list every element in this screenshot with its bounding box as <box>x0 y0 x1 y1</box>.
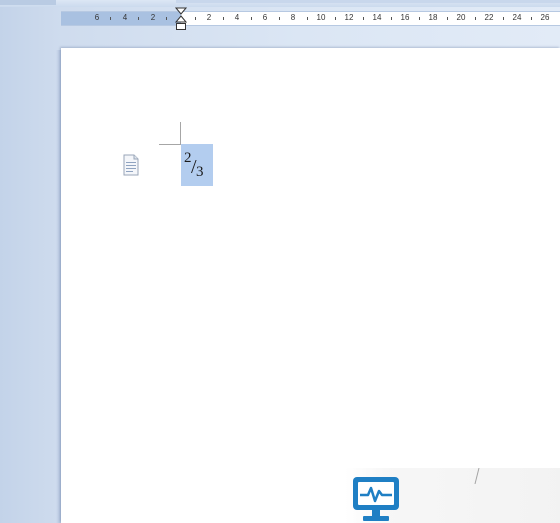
ruler-tick <box>531 17 532 20</box>
monitor-pulse-icon <box>353 477 399 521</box>
left-indent-icon[interactable] <box>176 23 186 30</box>
ruler-label: 14 <box>372 13 382 22</box>
ruler-tick <box>391 17 392 20</box>
ruler-label: 10 <box>316 13 326 22</box>
ruler-tick <box>223 17 224 20</box>
ruler-tick <box>251 17 252 20</box>
fraction-denominator: 3 <box>196 164 204 180</box>
first-line-indent-icon[interactable] <box>175 7 187 15</box>
ruler-tick <box>307 17 308 20</box>
ruler-label: 24 <box>512 13 522 22</box>
ruler-label: 26 <box>540 13 550 22</box>
margin-corner-mark-horizontal <box>159 144 181 145</box>
ruler-label: 16 <box>400 13 410 22</box>
ruler-label: 6 <box>262 13 268 22</box>
ruler-label: 8 <box>290 13 296 22</box>
ruler-label: 4 <box>122 13 128 22</box>
ruler-tick <box>475 17 476 20</box>
ruler-label: 18 <box>428 13 438 22</box>
ruler-label: 2 <box>206 13 212 22</box>
horizontal-ruler[interactable]: 6 4 2 2 4 6 8 10 12 14 16 18 20 22 24 26 <box>61 11 560 26</box>
ruler-tick <box>195 17 196 20</box>
document-page[interactable] <box>61 48 560 523</box>
ruler-label: 12 <box>344 13 354 22</box>
ruler-label: 20 <box>456 13 466 22</box>
ruler-tick <box>335 17 336 20</box>
ruler-tick <box>110 17 111 20</box>
ruler-tick <box>363 17 364 20</box>
top-strip-segment-right <box>176 0 560 3</box>
ruler-left-margin <box>61 12 181 25</box>
window-top-strip <box>0 0 560 7</box>
ruler-label: 4 <box>234 13 240 22</box>
ruler-tick <box>447 17 448 20</box>
document-object-icon[interactable] <box>121 154 141 176</box>
ruler-tick <box>419 17 420 20</box>
ruler-label: 22 <box>484 13 494 22</box>
site-watermark <box>345 468 560 523</box>
indent-marker[interactable] <box>175 7 187 31</box>
ruler-tick <box>138 17 139 20</box>
ruler-tick <box>166 17 167 20</box>
ruler-tick <box>279 17 280 20</box>
selected-fraction-formula[interactable]: 2 / 3 <box>181 144 213 186</box>
ruler-label: 2 <box>150 13 156 22</box>
hanging-indent-icon[interactable] <box>175 15 187 23</box>
ruler-label: 6 <box>94 13 100 22</box>
top-strip-segment-left <box>0 0 56 5</box>
ruler-tick <box>503 17 504 20</box>
fraction-glyphs: 2 / 3 <box>184 150 204 180</box>
margin-corner-mark-vertical <box>180 122 181 144</box>
